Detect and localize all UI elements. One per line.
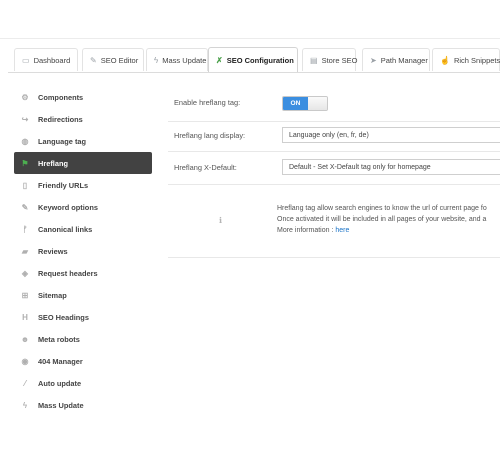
toggle-on-label: ON [283,97,308,110]
file-icon: ▯ [22,180,28,190]
more-info-link[interactable]: here [335,227,349,234]
sidebar-item-label: Mass Update [38,400,84,410]
divider [168,184,500,185]
sidebar-item-label: Request headers [38,268,98,278]
sidebar-item-label: Redirections [38,114,83,124]
sidebar-item-label: Sitemap [38,290,67,300]
sidebar-item-label: Reviews [38,246,68,256]
edit-icon: ✎ [90,55,97,65]
sidebar-item-canonical-links[interactable]: ᚠ Canonical links [14,218,152,240]
config-sidebar: ⚙ Components ↪ Redirections ◍ Language t… [14,86,152,416]
help-line-2: Once activated it will be included in al… [277,216,487,223]
canonical-icon: ᚠ [22,224,28,234]
bolt-icon: ϟ [154,55,159,65]
tab-seo-configuration[interactable]: ✗ SEO Configuration [208,47,298,72]
sidebar-item-label: 404 Manager [38,356,83,366]
path-icon: ➤ [370,55,377,65]
sidebar-item-label: Auto update [38,378,82,388]
xdefault-select[interactable]: Default - Set X-Default tag only for hom… [282,159,500,175]
sidebar-item-meta-robots[interactable]: ☻ Meta robots [14,328,152,350]
tab-seo-editor[interactable]: ✎ SEO Editor [82,48,144,71]
sitemap-icon: ⊞ [21,290,29,300]
wrench-icon: ✗ [216,55,223,65]
xdefault-label: Hreflang X-Default: [174,162,237,172]
sidebar-item-language-tag[interactable]: ◍ Language tag [14,130,152,152]
bolt-icon: ϟ [22,400,28,410]
help-text: Hreflang tag allow search engines to kno… [277,203,500,236]
tab-mass-update[interactable]: ϟ Mass Update [146,48,208,71]
lang-display-select[interactable]: Language only (en, fr, de) [282,127,500,143]
sidebar-item-auto-update[interactable]: ⁄ Auto update [14,372,152,394]
tab-store-seo[interactable]: ▤ Store SEO [302,48,358,71]
sidebar-item-label: Friendly URLs [38,180,89,190]
tab-label: Path Manager [380,55,428,65]
gear-icon: ⚙ [21,92,29,102]
sidebar-item-hreflang[interactable]: ⚑ Hreflang [14,152,152,174]
tab-rich-snippets[interactable]: ☝ Rich Snippets [432,48,500,71]
sidebar-item-reviews[interactable]: ▰ Reviews [14,240,152,262]
info-icon: ℹ [219,216,223,225]
divider [168,121,500,122]
heading-icon: H [22,312,28,322]
tab-label: Store SEO [321,55,358,65]
help-line-1: Hreflang tag allow search engines to kno… [277,205,487,212]
toggle-knob [308,97,327,110]
tab-dashboard[interactable]: ▭ Dashboard [14,48,78,71]
tab-label: Rich Snippets [453,55,500,65]
store-icon: ▤ [310,55,318,65]
sidebar-item-sitemap[interactable]: ⊞ Sitemap [14,284,152,306]
sidebar-item-keyword-options[interactable]: ✎ Keyword options [14,196,152,218]
divider [168,151,500,152]
eye-icon: ◉ [21,356,29,366]
flag-icon: ⚑ [21,158,29,168]
sidebar-item-components[interactable]: ⚙ Components [14,86,152,108]
tab-label: Dashboard [33,55,71,65]
tab-label: SEO Configuration [226,55,294,65]
divider [168,257,500,258]
magic-icon: ⁄ [24,378,26,388]
enable-hreflang-toggle[interactable]: ON [282,96,328,111]
lang-display-row: Hreflang lang display: Language only (en… [168,124,500,146]
enable-hreflang-label: Enable hreflang tag: [174,97,241,107]
sidebar-item-label: Components [38,92,84,102]
headers-icon: ◈ [21,268,29,278]
help-more-info: More information : [277,227,336,234]
sidebar-item-mass-update[interactable]: ϟ Mass Update [14,394,152,416]
hreflang-help: ℹ Hreflang tag allow search engines to k… [168,199,500,257]
edit-icon: ✎ [21,202,29,212]
tab-path-manager[interactable]: ➤ Path Manager [362,48,430,71]
enable-hreflang-row: Enable hreflang tag: ON [168,91,500,113]
main-tab-bar: ▭ Dashboard ✎ SEO Editor ϟ Mass Update ✗… [8,47,500,73]
tab-label: SEO Editor [100,55,139,65]
xdefault-row: Hreflang X-Default: Default - Set X-Defa… [168,156,500,178]
sidebar-item-label: Language tag [38,136,87,146]
sidebar-item-label: Meta robots [38,334,80,344]
sidebar-item-label: Canonical links [38,224,93,234]
dashboard-icon: ▭ [22,55,30,65]
help-line-3: More information : here [277,225,500,236]
sidebar-item-404-manager[interactable]: ◉ 404 Manager [14,350,152,372]
sidebar-item-redirections[interactable]: ↪ Redirections [14,108,152,130]
top-strip [0,0,500,39]
sidebar-item-label: Keyword options [38,202,98,212]
globe-icon: ◍ [21,136,29,146]
sidebar-item-seo-headings[interactable]: H SEO Headings [14,306,152,328]
sidebar-item-label: SEO Headings [38,312,89,322]
thumb-icon: ☝ [440,55,450,65]
sidebar-item-friendly-urls[interactable]: ▯ Friendly URLs [14,174,152,196]
lang-display-label: Hreflang lang display: [174,130,246,140]
redirect-icon: ↪ [21,114,29,124]
sidebar-item-label: Hreflang [38,158,68,168]
tab-label: Mass Update [162,55,207,65]
robot-icon: ☻ [20,334,30,344]
comment-icon: ▰ [21,246,29,256]
sidebar-item-request-headers[interactable]: ◈ Request headers [14,262,152,284]
